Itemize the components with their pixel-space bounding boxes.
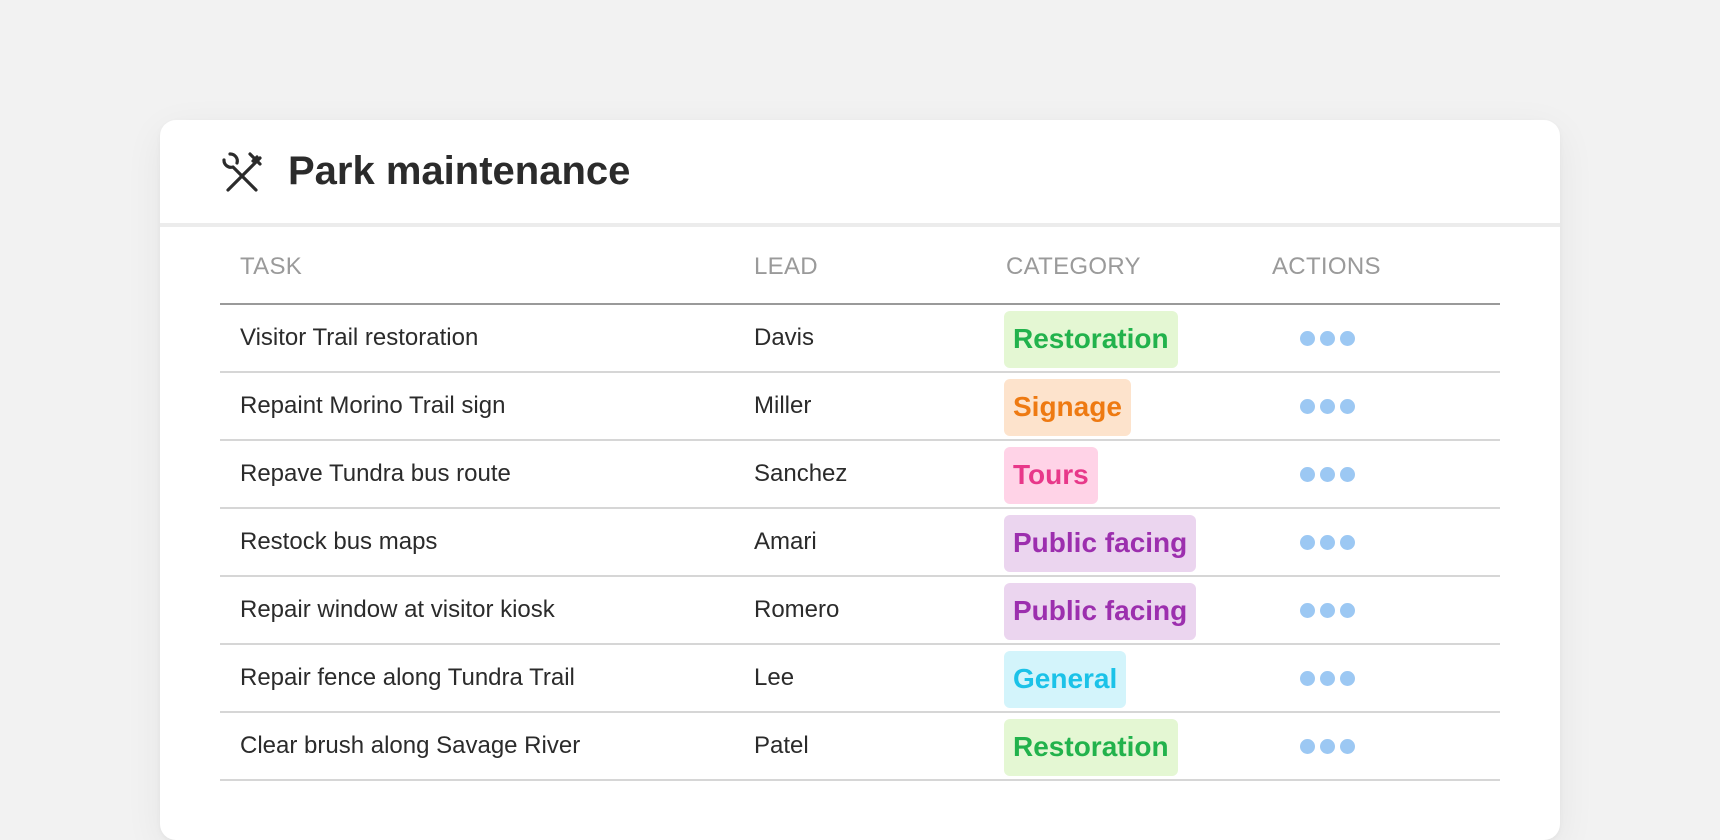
dot-icon — [1320, 330, 1335, 346]
task-cell: Clear brush along Savage River — [240, 732, 581, 759]
task-cell: Repair window at visitor kiosk — [240, 596, 555, 623]
more-options-icon[interactable] — [1298, 733, 1500, 760]
dot-icon — [1320, 398, 1335, 414]
maintenance-card: Park maintenance TASK LEAD CATEGORY ACTI… — [160, 120, 1560, 840]
actions-cell — [1272, 665, 1500, 692]
table-row[interactable]: Repair window at visitor kiosk Romero Publ… — [220, 577, 1500, 645]
dot-icon — [1300, 466, 1315, 482]
more-options-icon[interactable] — [1298, 461, 1500, 488]
dot-icon — [1320, 534, 1335, 550]
more-options-icon[interactable] — [1298, 393, 1500, 420]
dot-icon — [1300, 330, 1315, 346]
dot-icon — [1340, 534, 1355, 550]
table-header: TASK LEAD CATEGORY ACTIONS — [220, 231, 1500, 305]
lead-cell: Amari — [754, 528, 817, 555]
category-badge: Public facing — [1004, 582, 1197, 640]
actions-cell — [1272, 529, 1500, 556]
dot-icon — [1300, 670, 1315, 686]
table-row[interactable]: Clear brush along Savage River Patel Resto… — [220, 713, 1500, 781]
category-cell: Restoration — [1004, 717, 1272, 776]
lead-cell: Romero — [754, 596, 840, 623]
category-cell: Public facing — [1004, 581, 1272, 640]
dot-icon — [1320, 738, 1335, 754]
table-row[interactable]: Restock bus maps Amari Public facing — [220, 509, 1500, 577]
more-options-icon[interactable] — [1298, 597, 1500, 624]
actions-cell — [1272, 733, 1500, 760]
category-cell: Signage — [1004, 377, 1272, 436]
task-cell: Repave Tundra bus route — [240, 460, 511, 487]
dot-icon — [1300, 602, 1315, 618]
table-row[interactable]: Repair fence along Tundra Trail Lee Genera… — [220, 645, 1500, 713]
actions-cell — [1272, 325, 1500, 352]
table-row[interactable]: Repave Tundra bus route Sanchez Tours — [220, 441, 1500, 509]
dot-icon — [1320, 466, 1335, 482]
lead-cell: Davis — [754, 324, 815, 351]
dot-icon — [1320, 670, 1335, 686]
task-cell: Restock bus maps — [240, 528, 438, 555]
category-cell: Tours — [1004, 445, 1272, 504]
task-cell: Repaint Morino Trail sign — [240, 392, 506, 419]
actions-cell — [1272, 461, 1500, 488]
dot-icon — [1340, 670, 1355, 686]
dot-icon — [1320, 602, 1335, 618]
dot-icon — [1340, 466, 1355, 482]
lead-cell: Lee — [754, 664, 795, 691]
category-cell: Public facing — [1004, 513, 1272, 572]
page-title: Park maintenance — [288, 149, 631, 193]
dot-icon — [1340, 330, 1355, 346]
more-options-icon[interactable] — [1298, 529, 1500, 556]
dot-icon — [1340, 398, 1355, 414]
task-cell: Repair fence along Tundra Trail — [240, 664, 575, 691]
category-badge: Tours — [1004, 446, 1098, 504]
dot-icon — [1300, 398, 1315, 414]
table-row[interactable]: Repaint Morino Trail sign Miller Signage — [220, 373, 1500, 441]
card-header: Park maintenance — [160, 120, 1560, 227]
table-row[interactable]: Visitor Trail restoration Davis Restoratio… — [220, 305, 1500, 373]
task-cell: Visitor Trail restoration — [240, 324, 479, 351]
category-badge: Public facing — [1004, 514, 1197, 572]
dot-icon — [1300, 534, 1315, 550]
dot-icon — [1300, 738, 1315, 754]
category-cell: General — [1004, 649, 1272, 708]
actions-cell — [1272, 597, 1500, 624]
lead-cell: Patel — [754, 732, 809, 759]
category-badge: General — [1004, 650, 1127, 708]
column-header-actions: ACTIONS — [1272, 253, 1381, 280]
dot-icon — [1340, 602, 1355, 618]
task-table: TASK LEAD CATEGORY ACTIONS Visitor Trail… — [220, 231, 1500, 781]
category-badge: Restoration — [1004, 310, 1178, 368]
category-badge: Restoration — [1004, 718, 1178, 776]
category-cell: Restoration — [1004, 309, 1272, 368]
column-header-category[interactable]: CATEGORY — [1004, 253, 1272, 281]
table-body: Visitor Trail restoration Davis Restoratio… — [220, 305, 1500, 781]
column-header-task[interactable]: TASK — [220, 253, 754, 281]
more-options-icon[interactable] — [1298, 665, 1500, 692]
actions-cell — [1272, 393, 1500, 420]
category-badge: Signage — [1004, 378, 1131, 436]
lead-cell: Sanchez — [754, 460, 848, 487]
tools-icon — [220, 150, 264, 194]
column-header-lead[interactable]: LEAD — [754, 253, 1004, 281]
lead-cell: Miller — [754, 392, 812, 419]
more-options-icon[interactable] — [1298, 325, 1500, 352]
dot-icon — [1340, 738, 1355, 754]
